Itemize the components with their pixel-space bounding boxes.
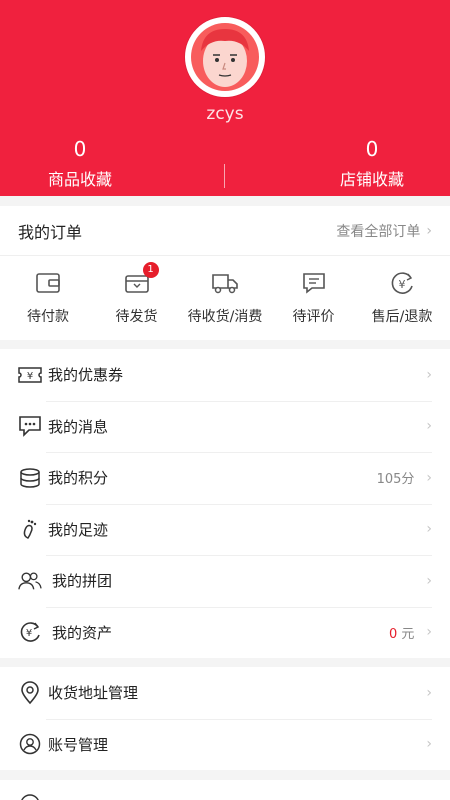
- orders-card: 我的订单 查看全部订单 › 待付款 1 待发货 待收货/消费 待评价 ¥ 售后/…: [0, 206, 450, 340]
- order-status-label: 待付款: [27, 309, 69, 325]
- stat-favorite-goods[interactable]: 0 商品收藏: [0, 138, 160, 190]
- assets-value: 0 元: [389, 623, 414, 642]
- user-avatar-icon: [191, 23, 259, 91]
- location-icon: [21, 681, 39, 704]
- assets-unit: 元: [401, 626, 415, 642]
- chevron-right-icon: ›: [426, 521, 432, 538]
- assets-icon: ¥: [20, 622, 40, 642]
- refund-icon: ¥: [391, 272, 413, 294]
- chevron-right-icon: ›: [426, 418, 432, 435]
- order-status-label: 待发货: [115, 309, 158, 325]
- order-status-label: 售后/退款: [371, 309, 433, 325]
- menu-item-label: 我的足迹: [48, 520, 109, 539]
- chevron-right-icon: ›: [426, 624, 432, 641]
- order-pending-receipt[interactable]: 待收货/消费: [183, 268, 267, 326]
- menu-item-account[interactable]: 账号管理 ›: [0, 718, 450, 771]
- settings-list: 收货地址管理 › 账号管理 ›: [0, 667, 450, 770]
- points-icon: [20, 468, 40, 488]
- assets-amount: 0: [388, 626, 398, 642]
- orders-title: 我的订单: [18, 222, 83, 242]
- view-all-orders-label: 查看全部订单: [336, 223, 421, 240]
- chevron-right-icon: ›: [426, 684, 432, 701]
- wallet-icon: [36, 273, 60, 293]
- svg-text:¥: ¥: [26, 628, 32, 639]
- order-pending-payment[interactable]: 待付款: [6, 268, 90, 326]
- stat-label: 店铺收藏: [339, 170, 404, 189]
- chevron-right-icon: ›: [426, 366, 432, 383]
- menu-item-coupons[interactable]: ¥ 我的优惠券 ›: [0, 349, 450, 401]
- footprint-icon: [23, 520, 37, 540]
- orders-header: 我的订单 查看全部订单 ›: [0, 206, 450, 256]
- profile-header: zcys 0 商品收藏 0 店铺收藏: [0, 0, 450, 196]
- menu-item-label: 我的消息: [48, 417, 109, 436]
- order-pending-shipment[interactable]: 1 待发货: [95, 262, 179, 326]
- menu-item-address[interactable]: 收货地址管理 ›: [0, 667, 450, 719]
- group-icon: [18, 572, 42, 590]
- order-status-label: 待收货/消费: [187, 309, 263, 325]
- order-pending-review[interactable]: 待评价: [272, 268, 356, 326]
- order-status-row: 待付款 1 待发货 待收货/消费 待评价 ¥ 售后/退款: [0, 256, 450, 326]
- menu-item-messages[interactable]: 我的消息 ›: [0, 400, 450, 453]
- coupon-icon: ¥: [18, 367, 42, 383]
- menu-item-assets[interactable]: ¥ 我的资产 0 元 ›: [0, 606, 450, 659]
- svg-text:¥: ¥: [27, 371, 33, 382]
- menu-item-label: 我的拼团: [52, 572, 113, 591]
- order-badge: 1: [142, 262, 159, 278]
- view-all-orders-link[interactable]: 查看全部订单 ›: [336, 221, 432, 241]
- menu-item-label: 我的资产: [52, 623, 113, 642]
- chevron-right-icon: ›: [426, 572, 432, 589]
- menu-item-label: 收货地址管理: [48, 684, 139, 703]
- truck-icon: [212, 274, 238, 294]
- menu-item-label: 账号管理: [48, 735, 109, 754]
- menu-item-label: 我的优惠券: [48, 366, 124, 385]
- username: zcys: [206, 104, 244, 124]
- svg-text:¥: ¥: [399, 278, 406, 291]
- message-icon: [19, 416, 41, 438]
- avatar[interactable]: [185, 17, 265, 97]
- menu-item-points[interactable]: 我的积分 105分 ›: [0, 452, 450, 504]
- stat-label: 商品收藏: [47, 170, 112, 189]
- menu-list: ¥ 我的优惠券 › 我的消息 › 我的积分 105分 › 我的足迹 › 我的拼团…: [0, 349, 450, 658]
- points-value: 105分: [376, 472, 415, 488]
- chevron-right-icon: ›: [426, 736, 432, 753]
- stat-count: 0: [365, 137, 379, 161]
- stat-count: 0: [73, 137, 87, 161]
- account-icon: [19, 734, 41, 755]
- stat-divider: [224, 164, 225, 188]
- order-status-label: 待评价: [292, 309, 335, 325]
- more-list-peek: [0, 780, 450, 800]
- menu-item-footprints[interactable]: 我的足迹 ›: [0, 503, 450, 556]
- stat-favorite-shops[interactable]: 0 店铺收藏: [292, 138, 450, 190]
- order-after-sales[interactable]: ¥ 售后/退款: [360, 268, 444, 326]
- menu-item-group-buy[interactable]: 我的拼团 ›: [0, 555, 450, 607]
- chevron-right-icon: ›: [426, 469, 432, 486]
- chevron-right-icon: ›: [426, 222, 432, 239]
- menu-item-label: 我的积分: [48, 469, 109, 488]
- comment-icon: [302, 273, 325, 294]
- partial-icon: [21, 794, 39, 800]
